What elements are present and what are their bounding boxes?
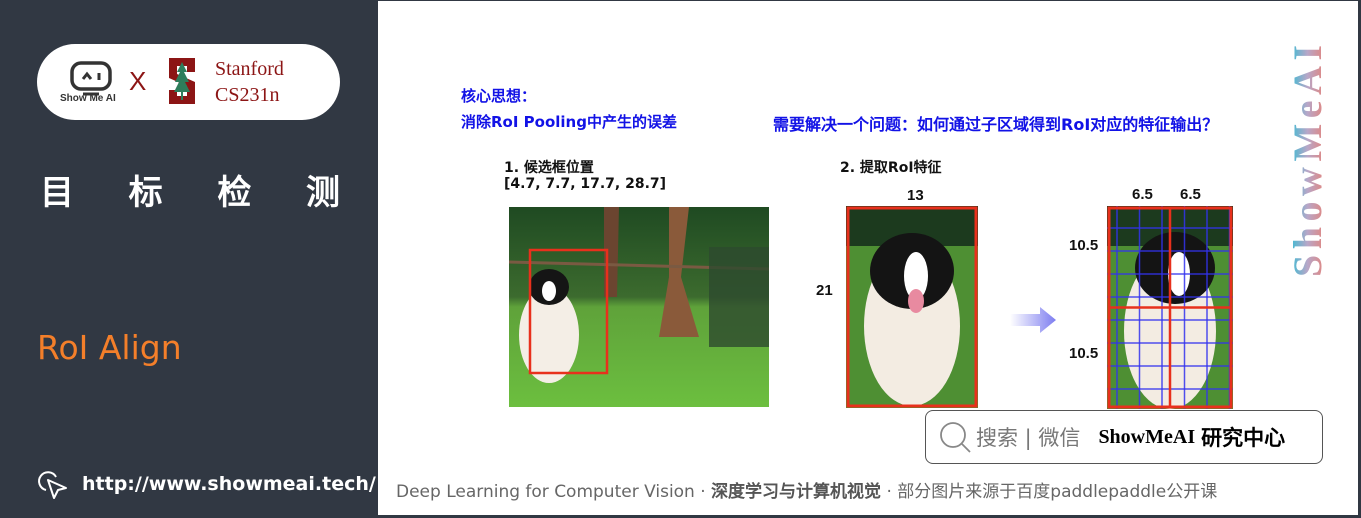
wechat-search-box[interactable]: 搜索 | 微信 ShowMeAI 研究中心: [925, 410, 1323, 464]
logo-banner: Show Me AI X Stanford CS231n: [37, 44, 340, 120]
sub-width-left-label: 6.5: [1132, 186, 1153, 203]
step1-coords: [4.7, 7.7, 17.7, 28.7]: [504, 176, 667, 192]
step1-title: 1. 候选框位置: [504, 160, 594, 176]
section-title: RoI Align: [37, 328, 182, 367]
separator: ·: [886, 482, 892, 502]
roi-align-grid-image: [1107, 206, 1233, 409]
sidebar: Show Me AI X Stanford CS231n 目 标 检 测 RoI…: [0, 0, 378, 518]
topic-char: 标: [128, 173, 163, 213]
roi-height-label: 21: [816, 282, 833, 299]
search-icon: [940, 422, 971, 453]
footer: Deep Learning for Computer Vision · 深度学习…: [396, 477, 1217, 502]
stanford-logo-icon: [169, 58, 195, 104]
slide-panel: 核心思想： 消除RoI Pooling中产生的误差 需要解决一个问题：如何通过子…: [378, 1, 1358, 515]
image-credit: 部分图片来源于百度paddlepaddle公开课: [897, 482, 1218, 502]
core-idea-text: 消除RoI Pooling中产生的误差: [461, 113, 677, 131]
topic-char: 目: [40, 173, 74, 213]
sub-width-right-label: 6.5: [1180, 186, 1201, 203]
question-text: 需要解决一个问题：如何通过子区域得到RoI对应的特征输出？: [773, 115, 1219, 134]
topic-char: 测: [305, 173, 340, 213]
course-en: Deep Learning for Computer Vision: [396, 482, 695, 502]
collab-x: X: [129, 66, 147, 96]
site-link[interactable]: http://www.showmeai.tech/: [36, 468, 376, 500]
svg-text:ShowMeAI: ShowMeAI: [1288, 45, 1328, 277]
dog-scene-image: [509, 207, 769, 407]
course-code: CS231n: [215, 84, 280, 106]
step2-title: 2. 提取RoI特征: [840, 160, 942, 176]
arrow-right-icon: [1010, 307, 1056, 333]
search-hint: 搜索 | 微信: [976, 426, 1081, 450]
separator: ·: [700, 482, 706, 502]
roi-width-label: 13: [907, 187, 924, 204]
site-url[interactable]: http://www.showmeai.tech/: [82, 473, 376, 495]
topic-char: 检: [217, 173, 252, 213]
core-idea-label: 核心思想：: [461, 87, 537, 105]
search-suffix: 研究中心: [1201, 426, 1286, 450]
search-brand: ShowMeAI: [1098, 425, 1196, 448]
stanford-name: Stanford: [215, 58, 284, 80]
sub-height-bottom-label: 10.5: [1069, 345, 1099, 362]
topic-title: 目 标 检 测: [40, 165, 340, 214]
stanford-course: Stanford CS231n: [215, 56, 284, 108]
sub-height-top-label: 10.5: [1069, 237, 1099, 254]
showmeai-watermark: ShowMeAI: [1288, 45, 1328, 277]
course-cn: 深度学习与计算机视觉: [711, 482, 882, 502]
roi-crop-image: [846, 206, 978, 408]
cursor-click-icon: [38, 471, 67, 499]
showmeai-brand-text: Show Me AI: [60, 93, 116, 104]
